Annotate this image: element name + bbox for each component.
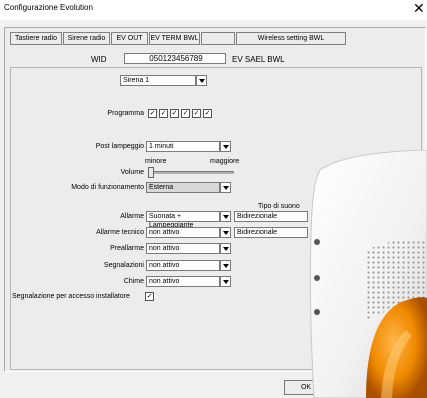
tab-blank[interactable] [201,32,235,45]
allarme-label: Allarme [120,213,144,220]
title-bar: Configurazione Evolution ✕ [0,0,427,20]
allarme-select[interactable]: Suonata + Lampeggiante [146,211,220,229]
programma-checkbox-5[interactable]: ✓ [192,109,201,118]
programma-checkbox-6[interactable]: ✓ [203,109,212,118]
allarme-tecnico-select[interactable]: non attivo [146,227,220,238]
close-icon[interactable]: ✕ [413,1,425,15]
device-type-label: EV SAEL BWL [232,55,285,64]
volume-min-label: minore [145,158,167,165]
preallarme-select[interactable]: non attivo [146,243,220,254]
preallarme-label: Preallarme [110,245,144,252]
volume-max-label: maggiore [210,158,240,165]
allarme-tecnico-label: Allarme tecnico [96,229,144,236]
modo-label: Modo di funzionamento [71,184,144,191]
post-lampeggio-label: Post lampeggio [95,143,144,150]
chime-arrow-icon[interactable] [220,276,231,287]
volume-label: Volume [120,169,144,176]
config-window: Configurazione Evolution ✕ Tastiere radi… [0,0,427,398]
tab-tastiere-radio[interactable]: Tastiere radio [10,32,62,45]
modo-select[interactable]: Esterna [146,182,220,193]
chime-label: Chime [123,278,144,285]
segnalazioni-select[interactable]: non attivo [146,260,220,271]
tab-wireless-setting-bwl[interactable]: Wireless setting BWL [236,32,346,45]
tab-sirene-radio[interactable]: Sirene radio [63,32,110,45]
volume-slider-thumb[interactable] [148,167,154,178]
programma-checkbox-3[interactable]: ✓ [170,109,179,118]
tipo-suono-header: Tipo di suono [258,203,300,210]
siren-product-image [306,150,427,398]
programma-checkbox-4[interactable]: ✓ [181,109,190,118]
window-title: Configurazione Evolution [4,3,93,12]
segnalazioni-arrow-icon[interactable] [220,260,231,271]
programma-label: Programma [107,110,144,117]
programma-checkbox-2[interactable]: ✓ [159,109,168,118]
tab-ev-term-bwl[interactable]: EV TERM BWL [149,32,200,45]
wid-field[interactable]: 050123456789 [124,53,226,64]
segnalazioni-label: Segnalazioni [103,262,144,269]
allarme-tecnico-arrow-icon[interactable] [220,227,231,238]
installer-checkbox[interactable]: ✓ [145,292,154,301]
allarme-sound-select[interactable]: Bidirezionale [234,211,308,222]
programma-checkbox-1[interactable]: ✓ [148,109,157,118]
chime-select[interactable]: non attivo [146,276,220,287]
volume-slider-track[interactable] [148,171,234,174]
allarme-arrow-icon[interactable] [220,211,231,222]
wid-label: WID [91,55,107,64]
preallarme-arrow-icon[interactable] [220,243,231,254]
post-lampeggio-arrow-icon[interactable] [220,141,231,152]
allarme-tecnico-sound-select[interactable]: Bidirezionale [234,227,308,238]
tab-ev-out[interactable]: EV OUT [111,32,148,45]
modo-arrow-icon[interactable] [220,182,231,193]
installer-label: Segnalazione per accesso installatore [12,293,130,300]
post-lampeggio-select[interactable]: 1 minuti [146,141,220,152]
